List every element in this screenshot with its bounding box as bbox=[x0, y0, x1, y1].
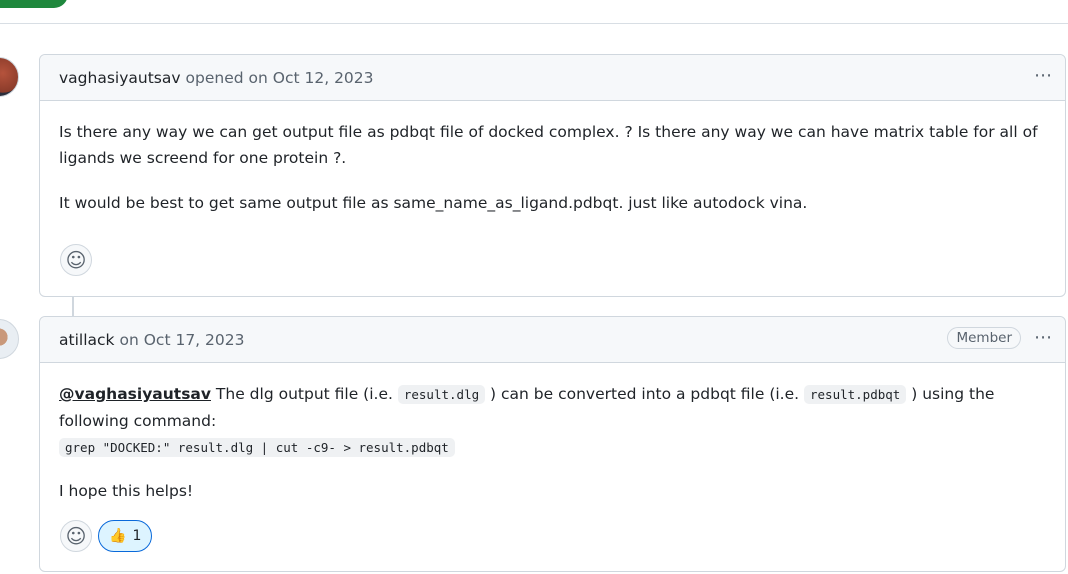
inline-code: result.pdbqt bbox=[804, 385, 907, 404]
timestamp[interactable]: opened on Oct 12, 2023 bbox=[186, 69, 374, 87]
mention-link[interactable]: @vaghasiyautsav bbox=[59, 385, 211, 403]
more-options-icon[interactable]: ⋯ bbox=[1034, 329, 1053, 347]
add-reaction-smiley-icon[interactable]: ☺ bbox=[60, 244, 92, 276]
paragraph: It would be best to get same output file… bbox=[59, 194, 808, 212]
author-link[interactable]: vaghasiyautsav bbox=[59, 69, 181, 87]
comment-card: atillack on Oct 17, 2023 Member ⋯ @vagha… bbox=[39, 316, 1066, 572]
text: ) can be converted into a pdbqt file (i.… bbox=[485, 385, 804, 403]
comment-body: Is there any way we can get output file … bbox=[40, 101, 1065, 216]
comment-header: atillack on Oct 17, 2023 bbox=[40, 317, 1065, 363]
reaction-count: 1 bbox=[132, 528, 142, 544]
comment-body: @vaghasiyautsav The dlg output file (i.e… bbox=[40, 363, 1065, 504]
timestamp[interactable]: on Oct 17, 2023 bbox=[120, 331, 245, 349]
more-options-icon[interactable]: ⋯ bbox=[1034, 67, 1053, 85]
text: The dlg output file (i.e. bbox=[211, 385, 398, 403]
add-reaction-smiley-icon[interactable]: ☺ bbox=[60, 520, 92, 552]
member-badge: Member bbox=[947, 327, 1021, 349]
inline-code: result.dlg bbox=[397, 385, 486, 404]
comment-card: vaghasiyautsav opened on Oct 12, 2023 ⋯ … bbox=[39, 54, 1066, 297]
avatar[interactable] bbox=[0, 57, 19, 97]
thumbs-up-icon: 👍 bbox=[109, 528, 127, 544]
comment-header: vaghasiyautsav opened on Oct 12, 2023 bbox=[40, 55, 1065, 101]
timeline-line bbox=[72, 296, 74, 316]
paragraph: Is there any way we can get output file … bbox=[59, 123, 1038, 167]
divider bbox=[0, 23, 1068, 24]
author-link[interactable]: atillack bbox=[59, 331, 115, 349]
green-action-button[interactable] bbox=[0, 0, 68, 8]
reactions: ☺ 👍 1 bbox=[60, 520, 153, 552]
command-code: grep "DOCKED:" result.dlg | cut -c9- > r… bbox=[59, 438, 455, 457]
reactions: ☺ bbox=[60, 244, 92, 276]
thumbs-up-reaction-button[interactable]: 👍 1 bbox=[98, 520, 153, 552]
paragraph: I hope this helps! bbox=[59, 482, 194, 500]
avatar[interactable] bbox=[0, 319, 19, 359]
